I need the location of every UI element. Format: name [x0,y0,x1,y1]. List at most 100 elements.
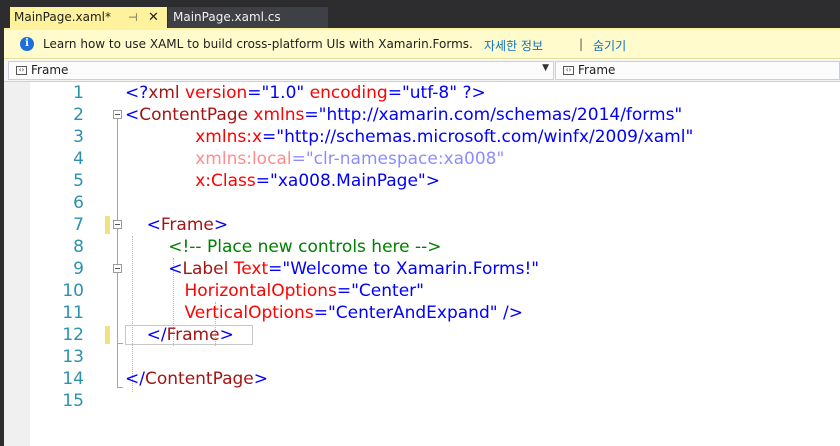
xml-attribute: HorizontalOptions [184,281,337,301]
line-number: 9 [73,259,84,279]
xml-attribute: xmlns:local [195,149,292,169]
info-icon: i [20,37,34,51]
xml-string: "CenterAndExpand" [327,303,498,323]
collapse-toggle[interactable] [113,110,122,119]
line-number: 12 [62,325,84,345]
code-text: VerticalOptions="CenterAndExpand" /> [125,302,523,324]
dropdown-label: Frame [578,63,616,77]
line-number: 2 [73,105,84,125]
tab-mainpage-xaml-cs[interactable]: MainPage.xaml.cs [168,7,328,28]
xml-element-name: ContentPage [144,369,254,389]
xml-delimiter: > [253,369,268,389]
element-dropdown-right[interactable]: ‹› Frame [555,61,840,80]
code-line: 7 <Frame> [4,214,840,236]
code-text: xmlns:x="http://schemas.microsoft.com/wi… [125,126,693,148]
xml-comment: <!-- Place new controls here --> [168,237,442,257]
line-number: 1 [73,83,84,103]
element-dropdown-left[interactable]: ‹› Frame ▼ [8,61,554,80]
xml-string: "1.0" [261,83,305,103]
more-info-link[interactable]: 자세한 정보 [484,37,543,54]
xml-attribute: xmlns:x [195,127,263,147]
xml-delimiter: < [146,215,161,235]
xml-equals: = [262,127,277,147]
xml-equals: = [291,149,306,169]
line-number: 14 [62,369,84,389]
code-line: 4 xmlns:local="clr-namespace:xa008" [4,148,840,170]
code-line: 12 </Frame> [4,324,840,346]
xml-element-name: xml [148,83,180,103]
info-separator: | [579,37,584,51]
code-editor[interactable]: 1 <?xml version="1.0" encoding="utf-8" ?… [4,82,840,446]
line-number: 3 [73,127,84,147]
close-icon[interactable]: ✕ [148,7,159,28]
code-line: 13 [4,346,840,368]
xml-equals: = [387,83,402,103]
code-text: <ContentPage xmlns="http://xamarin.com/s… [125,104,682,126]
xml-element-name: ContentPage [139,105,249,125]
dropdown-label: Frame [31,63,69,77]
line-number: 5 [73,171,84,191]
navigation-bar: ‹› Frame ▼ ‹› Frame [4,60,840,82]
code-line: 5 x:Class="xa008.MainPage"> [4,170,840,192]
xml-string: "utf-8" [401,83,458,103]
xml-string: "xa008.MainPage" [270,171,426,191]
chevron-down-icon: ▼ [542,63,549,73]
xml-equals: = [255,171,271,191]
xml-string: "clr-namespace:xa008" [305,149,505,169]
code-text: <?xml version="1.0" encoding="utf-8" ?> [125,82,486,104]
xml-delimiter: < [168,259,183,279]
tab-label: MainPage.xaml.cs [173,10,281,24]
code-text: </Frame> [125,324,234,346]
xml-attribute: x:Class [195,171,256,191]
code-line: 1 <?xml version="1.0" encoding="utf-8" ?… [4,82,840,104]
code-text: </ContentPage> [125,368,268,390]
xml-equals: = [247,83,262,103]
xml-element-name: Frame [160,215,214,235]
pin-icon[interactable]: ⊣ [128,7,138,28]
info-bar: i Learn how to use XAML to build cross-p… [4,30,840,59]
line-number: 7 [73,215,84,235]
xml-delimiter: ?> [457,83,486,103]
collapse-toggle[interactable] [113,264,122,273]
modified-marker [105,326,110,344]
tab-label: MainPage.xaml* [14,10,111,24]
line-number: 15 [62,391,84,411]
xml-element-icon: ‹› [16,66,27,75]
code-line: 8 <!-- Place new controls here --> [4,236,840,258]
hide-link[interactable]: 숨기기 [593,37,626,54]
code-text: HorizontalOptions="Center" [125,280,424,302]
code-line: 14 </ContentPage> [4,368,840,390]
line-number: 6 [73,193,84,213]
xml-string: "http://schemas.microsoft.com/winfx/2009… [276,127,694,147]
xml-attribute: encoding [304,83,388,103]
xml-equals: = [268,259,283,279]
modified-marker [105,216,110,234]
line-number: 8 [73,237,84,257]
collapse-toggle[interactable] [113,220,122,229]
code-text: <Label Text="Welcome to Xamarin.Forms!" [125,258,539,280]
xml-equals: = [336,281,352,301]
xml-equals: = [313,303,328,323]
xml-delimiter: <? [125,83,149,103]
xml-string: "http://xamarin.com/schemas/2014/forms" [318,105,683,125]
line-number: 11 [62,303,84,323]
line-number: 10 [62,281,84,301]
xml-delimiter: /> [497,303,523,323]
xml-element-name: Frame [166,325,220,345]
tab-mainpage-xaml[interactable]: MainPage.xaml* ⊣ ✕ [10,7,167,28]
xml-delimiter: > [213,215,229,235]
xml-attribute: version [179,83,248,103]
code-text: x:Class="xa008.MainPage"> [125,170,440,192]
line-number: 4 [73,149,84,169]
xml-attribute: VerticalOptions [184,303,314,323]
xml-string: "Center" [351,281,424,301]
xml-attribute: xmlns [248,105,305,125]
code-line: 6 [4,192,840,214]
xml-delimiter: </ [125,369,145,389]
